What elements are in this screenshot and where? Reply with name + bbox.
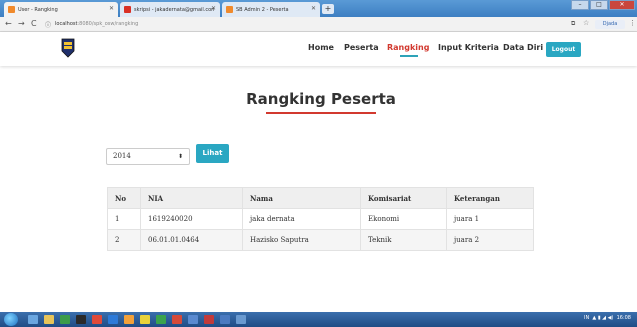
cell-nia: 1619240020 (140, 208, 243, 230)
media-icon[interactable] (92, 315, 102, 324)
tab-title: User - Rangking (18, 6, 58, 13)
page-favicon-icon (8, 6, 15, 13)
page-title: Rangking Peserta (246, 90, 396, 108)
browser-titlebar: User - Rangking ✕ skripsi - jakadernata@… (0, 0, 637, 17)
select-caret-icon: ⬍ (177, 153, 183, 160)
os-taskbar: IN ▲ ▮ ◢ ◀) 16:08 (0, 312, 637, 327)
cell-keterangan: juara 1 (446, 208, 534, 230)
table-row: 1 1619240020 jaka dernata Ekonomi juara … (107, 208, 534, 230)
url-input[interactable]: localhost:8080/spk_osw/rangking (55, 19, 560, 30)
browser-tab-gmail[interactable]: skripsi - jakadernata@gmail.com ✕ (120, 2, 220, 17)
gmail-icon (124, 6, 131, 13)
nav-input-kriteria[interactable]: Input Kriteria (438, 43, 499, 52)
cell-komisariat: Ekonomi (360, 208, 447, 230)
bookmark-star-icon[interactable]: ☆ (583, 19, 589, 27)
app-icon[interactable] (60, 315, 70, 324)
new-tab-button[interactable]: + (322, 4, 334, 14)
extension-icon[interactable]: ⧉ (571, 20, 575, 28)
tab-title: skripsi - jakadernata@gmail.com (134, 6, 214, 13)
window-controls: – □ ✕ (571, 0, 635, 10)
cell-nia: 06.01.01.0464 (140, 229, 243, 251)
title-underline (266, 112, 376, 114)
cell-keterangan: juara 2 (446, 229, 534, 251)
cell-nama: jaka dernata (242, 208, 361, 230)
info-icon: ⓘ (45, 22, 52, 29)
tab-close-icon[interactable]: ✕ (211, 5, 216, 12)
terminal-icon[interactable] (76, 315, 86, 324)
col-header-no: No (107, 187, 141, 209)
year-select[interactable]: 2014 ⬍ (106, 148, 190, 165)
start-button[interactable] (4, 313, 18, 326)
url-host: localhost (55, 21, 78, 27)
app-icon[interactable] (188, 315, 198, 324)
cell-nama: Hazisko Saputra (242, 229, 361, 251)
back-icon[interactable]: ← (5, 19, 12, 28)
cell-no: 2 (107, 229, 141, 251)
tab-close-icon[interactable]: ✕ (109, 5, 114, 12)
browser-tab-sbadmin[interactable]: SB Admin 2 - Peserta ✕ (222, 2, 320, 17)
tab-title: SB Admin 2 - Peserta (236, 6, 289, 13)
cell-no: 1 (107, 208, 141, 230)
nav-rangking[interactable]: Rangking (387, 43, 429, 52)
logout-button[interactable]: Logout (546, 42, 581, 57)
active-nav-indicator (400, 55, 418, 57)
reload-icon[interactable]: C (31, 19, 37, 28)
table-row: 2 06.01.01.0464 Hazisko Saputra Teknik j… (107, 229, 534, 251)
forward-icon[interactable]: → (18, 19, 25, 28)
app-icon[interactable] (108, 315, 118, 324)
language-indicator[interactable]: IN (584, 315, 589, 321)
folder-icon[interactable] (44, 315, 54, 324)
app-icon[interactable] (204, 315, 214, 324)
table-header-row: No NIA Nama Komisariat Keterangan (107, 187, 534, 209)
ie-icon[interactable] (28, 315, 38, 324)
app-icon[interactable] (172, 315, 182, 324)
site-logo-icon (61, 38, 75, 58)
col-header-keterangan: Keterangan (446, 187, 534, 209)
clock[interactable]: 16:08 (617, 315, 631, 321)
page-content: Home Peserta Rangking Input Kriteria Dat… (0, 32, 637, 312)
url-path: :8080/spk_osw/rangking (77, 21, 139, 27)
col-header-nama: Nama (242, 187, 361, 209)
site-navbar: Home Peserta Rangking Input Kriteria Dat… (0, 32, 637, 66)
browser-tab-rangking[interactable]: User - Rangking ✕ (4, 2, 118, 17)
nav-data-diri[interactable]: Data Diri (503, 43, 543, 52)
year-select-value: 2014 (113, 152, 131, 160)
page-favicon-icon (226, 6, 233, 13)
app-icon[interactable] (124, 315, 134, 324)
browser-address-bar: ← → C ⓘ localhost:8080/spk_osw/rangking … (0, 17, 637, 32)
menu-kebab-icon[interactable]: ⋮ (629, 19, 636, 27)
app-icon[interactable] (156, 315, 166, 324)
maximize-button[interactable]: □ (590, 0, 608, 10)
col-header-komisariat: Komisariat (360, 187, 447, 209)
minimize-button[interactable]: – (571, 0, 589, 10)
ranking-table: No NIA Nama Komisariat Keterangan 1 1619… (107, 187, 534, 251)
system-tray: IN ▲ ▮ ◢ ◀) 16:08 (583, 315, 631, 321)
app-icon[interactable] (236, 315, 246, 324)
close-window-button[interactable]: ✕ (609, 0, 635, 10)
profile-button[interactable]: Djada (595, 20, 625, 29)
tab-close-icon[interactable]: ✕ (311, 5, 316, 12)
lihat-button[interactable]: Lihat (196, 144, 229, 163)
cell-komisariat: Teknik (360, 229, 447, 251)
nav-home[interactable]: Home (308, 43, 334, 52)
col-header-nia: NIA (140, 187, 243, 209)
chrome-icon[interactable] (140, 315, 150, 324)
app-icon[interactable] (220, 315, 230, 324)
nav-peserta[interactable]: Peserta (344, 43, 379, 52)
